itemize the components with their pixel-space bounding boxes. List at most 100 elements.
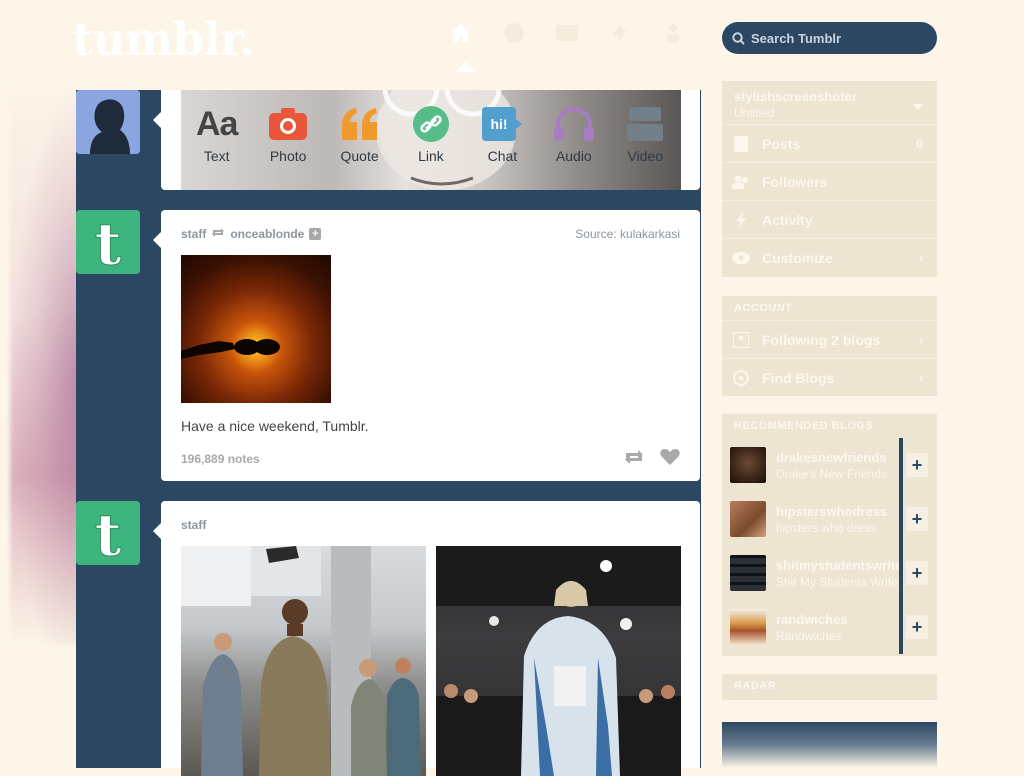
sidebar-item-arrow: › bbox=[919, 250, 923, 265]
recommended-text: randwiches Randwiches bbox=[776, 612, 900, 643]
sidebar-item-label: Find Blogs bbox=[762, 369, 835, 386]
video-icon bbox=[627, 106, 664, 142]
user-avatar[interactable] bbox=[76, 90, 140, 154]
post-notes[interactable]: 196,889 notes bbox=[181, 452, 260, 466]
post-composer: Aa Text Photo Quote Link hi! Chat Audio … bbox=[153, 90, 700, 190]
sidebar-item-label: Followers bbox=[762, 173, 828, 190]
post-card: staff onceablonde + Source: kulakarkasi … bbox=[153, 210, 700, 481]
recommended-avatar bbox=[730, 609, 766, 645]
composer-items: Aa Text Photo Quote Link hi! Chat Audio … bbox=[181, 90, 681, 190]
followers-icon bbox=[732, 175, 750, 189]
post-arrow bbox=[153, 232, 161, 248]
follow-button[interactable]: + bbox=[906, 507, 928, 531]
blog-menu: stylishscreenshoter Untitled Posts 0 Fol… bbox=[722, 81, 937, 277]
chevron-right-icon: › bbox=[919, 332, 923, 347]
compose-text-label: Text bbox=[203, 148, 230, 164]
activity-icon bbox=[732, 211, 750, 228]
compose-link-button[interactable]: Link bbox=[395, 90, 466, 190]
compose-chat-button[interactable]: hi! Chat bbox=[467, 90, 538, 190]
link-icon bbox=[412, 106, 449, 142]
compose-quote-button[interactable]: Quote bbox=[324, 90, 395, 190]
search-icon bbox=[732, 31, 745, 45]
staff-avatar[interactable]: t bbox=[76, 210, 140, 274]
follow-button[interactable]: + bbox=[906, 561, 928, 585]
recommended-divider bbox=[899, 492, 903, 546]
sidebar-item-activity[interactable]: Activity bbox=[722, 200, 937, 238]
compose-text-button[interactable]: Aa Text bbox=[181, 90, 252, 190]
person-icon[interactable] bbox=[660, 20, 686, 46]
reblog-icon[interactable] bbox=[624, 449, 644, 470]
follow-button[interactable]: + bbox=[906, 615, 928, 639]
follow-button[interactable]: + bbox=[906, 453, 928, 477]
compose-video-label: Video bbox=[627, 148, 664, 164]
home-icon[interactable] bbox=[448, 20, 474, 46]
recommended-item[interactable]: shitmystudentswrite Shit My Students Wri… bbox=[722, 546, 937, 600]
compass-icon[interactable] bbox=[501, 20, 527, 46]
following-icon bbox=[732, 331, 750, 348]
tumblr-logo[interactable]: tumblr. bbox=[72, 12, 255, 66]
sidebar-item-followers[interactable]: Followers bbox=[722, 162, 937, 200]
recommended-divider bbox=[899, 600, 903, 654]
eye-icon bbox=[732, 251, 750, 264]
staff-avatar-2[interactable]: t bbox=[76, 501, 140, 565]
account-header: ACCOUNT bbox=[734, 302, 793, 314]
recommended-avatar bbox=[730, 501, 766, 537]
radar-preview[interactable] bbox=[722, 722, 937, 768]
post-author[interactable]: staff bbox=[181, 227, 206, 241]
recommended-text: shitmystudentswrite Shit My Students Wri… bbox=[776, 558, 900, 589]
chevron-right-icon: › bbox=[919, 370, 923, 385]
recommended-name: hipsterswhodress bbox=[776, 503, 888, 519]
post-body: Have a nice weekend, Tumblr. bbox=[181, 418, 369, 434]
search-placeholder: Search Tumblr bbox=[751, 30, 842, 46]
recommended-avatar bbox=[730, 555, 766, 591]
sidebar-item-label: Customize bbox=[762, 249, 833, 266]
compose-photo-button[interactable]: Photo bbox=[252, 90, 323, 190]
compose-photo-label: Photo bbox=[269, 148, 307, 164]
text-icon: Aa bbox=[195, 104, 238, 143]
compose-audio-label: Audio bbox=[555, 148, 592, 164]
lightning-icon[interactable] bbox=[607, 20, 633, 46]
nav-active-caret bbox=[455, 62, 477, 72]
svg-text:hi!: hi! bbox=[491, 116, 508, 132]
sidebar-item-find-blogs[interactable]: Find Blogs › bbox=[722, 358, 937, 396]
source-link[interactable]: kulakarkasi bbox=[620, 227, 680, 241]
composer-background-photo: Aa Text Photo Quote Link hi! Chat Audio … bbox=[181, 90, 681, 190]
heart-icon[interactable] bbox=[660, 448, 680, 470]
sidebar-item-following[interactable]: Following 2 blogs › bbox=[722, 320, 937, 358]
blog-subtitle: Untitled bbox=[734, 106, 775, 120]
headphones-icon bbox=[553, 106, 594, 142]
blog-header[interactable]: stylishscreenshoter Untitled bbox=[722, 81, 937, 124]
svg-text:t: t bbox=[95, 210, 122, 274]
recommended-avatar bbox=[730, 447, 766, 483]
compose-audio-button[interactable]: Audio bbox=[538, 90, 609, 190]
post-card-2: staff bbox=[153, 501, 700, 776]
sidebar-item-label: Following 2 blogs bbox=[762, 331, 881, 348]
composer-arrow bbox=[153, 112, 161, 128]
recommended-item[interactable]: drakesnewfriends Drake's New Friends + bbox=[722, 438, 937, 492]
reblogged-from[interactable]: onceablonde bbox=[230, 227, 304, 241]
posts-icon bbox=[732, 135, 750, 152]
envelope-icon[interactable] bbox=[554, 20, 580, 46]
post-photo-2[interactable] bbox=[436, 546, 681, 776]
radar-section: RADAR bbox=[722, 674, 937, 700]
sidebar-item-posts[interactable]: Posts 0 bbox=[722, 124, 937, 162]
recommended-subtitle: hipsters who dress bbox=[776, 520, 877, 535]
post-actions bbox=[624, 448, 680, 470]
blog-name: stylishscreenshoter bbox=[734, 89, 857, 104]
source-label: Source: bbox=[575, 227, 617, 241]
camera-icon bbox=[269, 106, 308, 142]
post-photo[interactable] bbox=[181, 255, 331, 403]
top-nav bbox=[448, 20, 686, 46]
post-author-2[interactable]: staff bbox=[181, 518, 206, 532]
post-photo-1[interactable] bbox=[181, 546, 426, 776]
follow-plus-icon[interactable]: + bbox=[309, 228, 322, 240]
search-input[interactable]: Search Tumblr bbox=[722, 22, 937, 54]
reblog-small-icon bbox=[211, 227, 225, 241]
chevron-down-icon bbox=[913, 97, 923, 115]
recommended-item[interactable]: hipsterswhodress hipsters who dress + bbox=[722, 492, 937, 546]
recommended-item[interactable]: randwiches Randwiches + bbox=[722, 600, 937, 654]
recommended-name: drakesnewfriends bbox=[776, 449, 887, 465]
compose-video-button[interactable]: Video bbox=[610, 90, 681, 190]
sidebar-item-customize[interactable]: Customize › bbox=[722, 238, 937, 276]
recommended-subtitle: Shit My Students Write bbox=[776, 574, 898, 589]
